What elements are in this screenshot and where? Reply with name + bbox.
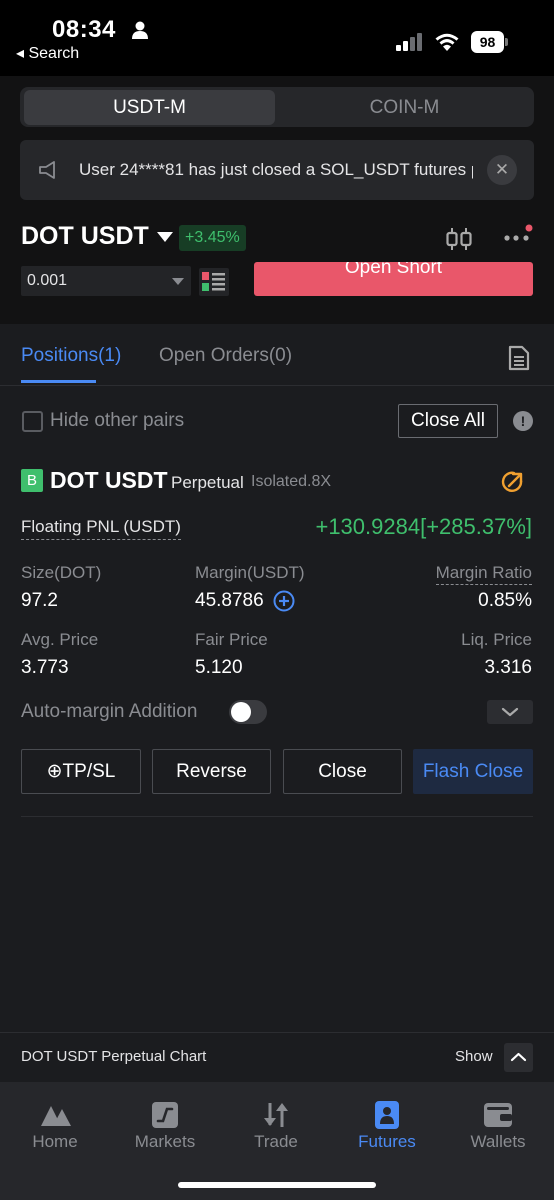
quantity-select[interactable]: 0.001 bbox=[21, 266, 191, 296]
margin-ratio-value: 0.85% bbox=[478, 590, 532, 611]
battery-indicator: 98 bbox=[471, 31, 509, 53]
fair-price-label: Fair Price bbox=[195, 630, 268, 649]
close-position-button[interactable]: Close bbox=[283, 749, 402, 794]
add-margin-icon[interactable] bbox=[273, 590, 295, 612]
home-indicator bbox=[178, 1182, 376, 1188]
nav-wallets-label: Wallets bbox=[470, 1132, 526, 1151]
hide-other-pairs-label[interactable]: Hide other pairs bbox=[50, 410, 184, 432]
hide-other-pairs-checkbox[interactable] bbox=[22, 411, 43, 432]
back-chevron-icon: ◂ bbox=[16, 45, 29, 62]
nav-futures-label: Futures bbox=[358, 1132, 416, 1151]
position-pair: DOT USDT bbox=[50, 467, 168, 493]
expand-chevron-icon[interactable] bbox=[487, 700, 533, 724]
auto-margin-label: Auto-margin Addition bbox=[21, 701, 198, 722]
nav-trade-label: Trade bbox=[254, 1132, 298, 1151]
chevron-down-icon[interactable] bbox=[172, 278, 184, 285]
reverse-button[interactable]: Reverse bbox=[152, 749, 271, 794]
pair-selector[interactable]: DOT USDT bbox=[21, 222, 149, 251]
back-to-search-link[interactable]: ◂ Search bbox=[16, 43, 79, 63]
position-side-badge: B bbox=[21, 469, 43, 492]
margin-ratio-label[interactable]: Margin Ratio bbox=[435, 563, 532, 585]
size-value: 97.2 bbox=[21, 590, 58, 611]
tab-open-orders[interactable]: Open Orders(0) bbox=[159, 345, 292, 367]
announcement-text: User 24****81 has just closed a SOL_USDT… bbox=[79, 160, 473, 179]
price-change-badge: +3.45% bbox=[179, 225, 246, 251]
status-time: 08:34 bbox=[52, 16, 116, 43]
chevron-up-icon[interactable] bbox=[504, 1043, 533, 1072]
cellular-signal-icon bbox=[396, 33, 422, 51]
futures-icon bbox=[375, 1101, 399, 1129]
avg-price-value: 3.773 bbox=[21, 657, 69, 678]
position-margin-mode: Isolated.8X bbox=[251, 473, 332, 490]
avg-price-label: Avg. Price bbox=[21, 630, 99, 649]
flash-close-button[interactable]: Flash Close bbox=[413, 749, 533, 794]
order-book-icon[interactable] bbox=[199, 268, 229, 296]
candlestick-chart-icon[interactable] bbox=[444, 226, 474, 252]
fair-price-value: 5.120 bbox=[195, 657, 243, 678]
segment-usdt-m[interactable]: USDT-M bbox=[24, 90, 275, 125]
liq-price-value: 3.316 bbox=[484, 657, 532, 678]
liq-price-label: Liq. Price bbox=[461, 630, 532, 649]
margin-label: Margin(USDT) bbox=[195, 563, 305, 582]
info-icon[interactable]: ! bbox=[513, 411, 533, 431]
caret-down-icon[interactable] bbox=[157, 232, 173, 242]
megaphone-icon bbox=[39, 161, 55, 179]
nav-markets-label: Markets bbox=[134, 1132, 196, 1151]
chart-drawer-title: DOT USDT Perpetual Chart bbox=[21, 1048, 207, 1065]
more-options-icon[interactable] bbox=[503, 224, 533, 244]
position-contract-type: Perpetual bbox=[171, 473, 244, 492]
tp-sl-button[interactable]: ⊕TP/SL bbox=[21, 749, 141, 794]
open-short-button[interactable]: Open Short bbox=[254, 262, 533, 296]
margin-value: 45.8786 bbox=[195, 590, 264, 611]
person-icon bbox=[132, 21, 148, 39]
battery-level: 98 bbox=[471, 31, 504, 53]
nav-home-label: Home bbox=[32, 1132, 78, 1151]
battery-tip bbox=[505, 38, 508, 46]
share-icon[interactable] bbox=[501, 470, 525, 494]
trade-icon bbox=[264, 1103, 288, 1127]
tab-active-indicator bbox=[21, 380, 96, 383]
close-all-button[interactable]: Close All bbox=[398, 404, 498, 438]
floating-pnl-value: +130.9284[+285.37%] bbox=[315, 514, 532, 539]
wifi-icon bbox=[435, 33, 459, 51]
segment-coin-m[interactable]: COIN-M bbox=[279, 90, 530, 125]
back-label: Search bbox=[28, 45, 80, 62]
markets-icon bbox=[152, 1102, 178, 1128]
tab-positions[interactable]: Positions(1) bbox=[21, 345, 121, 367]
home-icon bbox=[41, 1106, 71, 1126]
close-icon[interactable]: ✕ bbox=[487, 155, 517, 185]
divider bbox=[21, 816, 533, 817]
document-icon[interactable] bbox=[508, 345, 530, 371]
divider bbox=[0, 385, 554, 386]
floating-pnl-label[interactable]: Floating PNL (USDT) bbox=[21, 517, 181, 540]
toggle-knob[interactable] bbox=[231, 702, 251, 722]
wallets-icon bbox=[484, 1103, 512, 1127]
show-chart-label[interactable]: Show bbox=[455, 1048, 493, 1065]
size-label: Size(DOT) bbox=[21, 563, 102, 582]
